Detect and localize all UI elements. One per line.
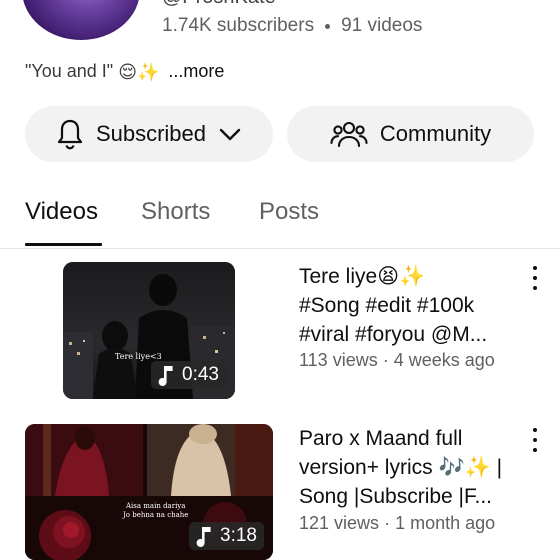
music-note-icon (196, 525, 212, 547)
chevron-down-icon (218, 126, 242, 142)
video-title[interactable]: Tere liye😫✨ #Song #edit #100k #viral #fo… (299, 262, 521, 349)
meta-separator: · (382, 350, 394, 370)
tabs-divider (0, 248, 560, 249)
thumbnail-caption-line: Aisa main dariya (126, 502, 186, 510)
video-thumbnail[interactable]: Aisa main dariya Jo behna na chahe 3:18 (25, 424, 273, 560)
bell-icon (56, 118, 84, 150)
more-options-icon[interactable] (529, 266, 541, 290)
video-title-line: #Song #edit #100k (299, 294, 475, 317)
community-label: Community (379, 121, 492, 146)
video-title[interactable]: Paro x Maand full version+ lyrics 🎶✨ | S… (299, 424, 521, 511)
video-title-line: version+ lyrics 🎶✨ | (299, 456, 503, 479)
community-icon (330, 119, 368, 149)
subscriber-count: 1.74K subscribers (162, 15, 315, 36)
subscribed-button[interactable]: Subscribed (25, 106, 273, 162)
video-title-line: Song |Subscribe |F... (299, 485, 493, 508)
view-count: 121 views (299, 513, 380, 533)
video-count: 91 videos (341, 15, 423, 36)
description-emojis: 😌✨ (118, 61, 160, 82)
view-count: 113 views (299, 350, 378, 370)
channel-avatar[interactable] (22, 0, 140, 40)
thumbnail-caption-line: Jo behna na chahe (123, 511, 189, 519)
video-title-line: Tere liye😫✨ (299, 265, 426, 288)
tab-shorts[interactable]: Shorts (141, 198, 210, 226)
upload-age: 4 weeks ago (393, 350, 495, 370)
channel-handle: @ProshKate (162, 0, 276, 9)
video-thumbnail[interactable]: Tere liye<3 0:43 (63, 262, 235, 399)
subscribed-label: Subscribed (95, 121, 207, 146)
more-link[interactable]: ...more (168, 61, 224, 82)
duration-badge: 0:43 (151, 361, 226, 389)
duration-text: 0:43 (182, 364, 219, 385)
more-options-icon[interactable] (529, 428, 541, 452)
duration-text: 3:18 (220, 525, 257, 546)
channel-stats: 1.74K subscribers 91 videos (162, 15, 422, 37)
upload-age: 1 month ago (395, 513, 496, 533)
music-note-icon (158, 364, 174, 386)
video-title-line: #viral #foryou @M... (299, 323, 488, 346)
video-meta: 121 views · 1 month ago (299, 513, 495, 534)
description-text: "You and I" (25, 61, 114, 81)
channel-description[interactable]: "You and I" 😌✨ ...more (25, 61, 224, 82)
video-meta: 113 views · 4 weeks ago (299, 350, 495, 371)
tab-videos[interactable]: Videos (25, 198, 98, 226)
duration-badge: 3:18 (189, 522, 264, 550)
active-tab-indicator (25, 243, 102, 246)
thumbnail-caption: Aisa main dariya Jo behna na chahe (123, 502, 188, 520)
separator-dot (325, 23, 331, 29)
thumbnail-caption: Tere liye<3 (115, 352, 162, 361)
community-button[interactable]: Community (287, 106, 534, 162)
meta-separator: · (384, 513, 396, 533)
video-title-line: Paro x Maand full (299, 427, 463, 450)
tab-posts[interactable]: Posts (259, 198, 319, 226)
